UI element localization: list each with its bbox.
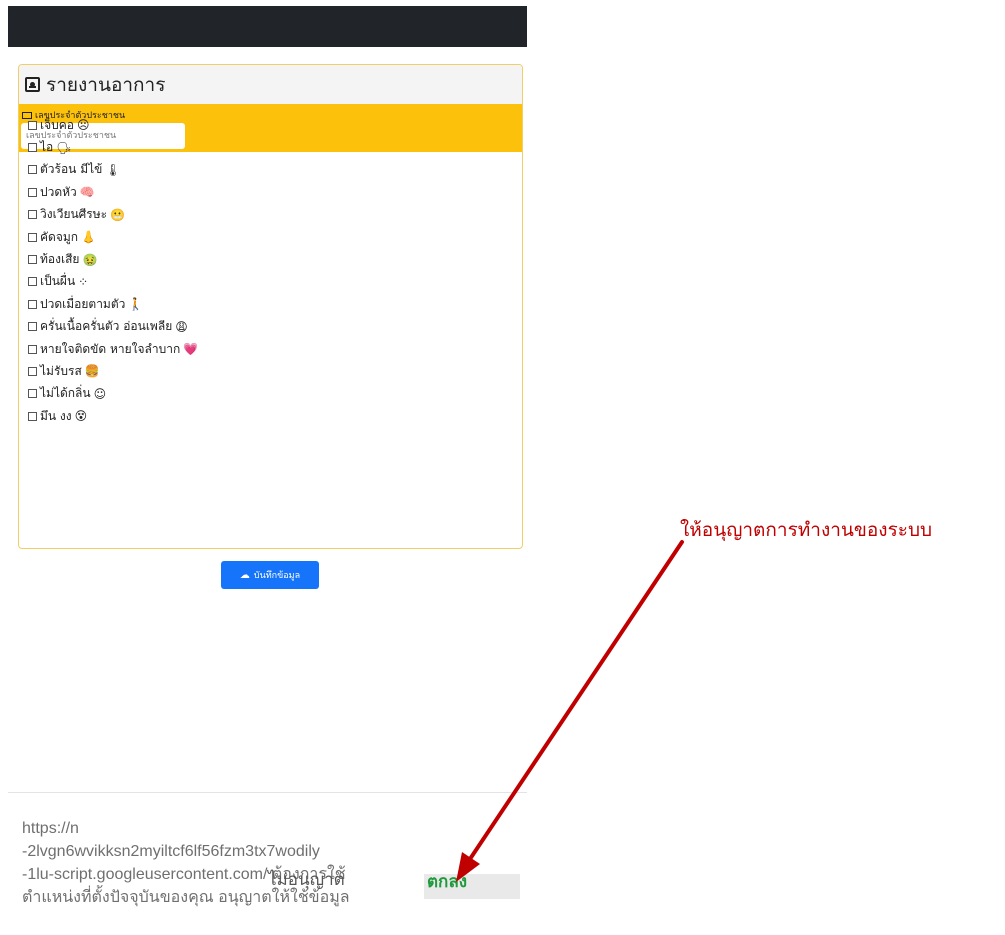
symptom-label: วิงเวียนศีรษะ bbox=[40, 207, 108, 222]
symptom-icon: 🚶 bbox=[128, 297, 144, 312]
dialog-divider bbox=[8, 792, 527, 793]
permission-line: -2lvgn6wvikksn2myiltcf6lf56fzm3tx7wodily bbox=[22, 843, 320, 860]
annotation-text: ให้อนุญาตการทำงานของระบบ bbox=[680, 519, 933, 541]
symptom-label: มึน งง bbox=[40, 408, 72, 423]
top-navbar bbox=[8, 6, 527, 47]
deny-button[interactable]: ไม่อนุญาต bbox=[268, 866, 345, 893]
symptom-item[interactable]: ครั่นเนื้อครั่นตัว อ่อนเพลีย 😩 bbox=[28, 316, 198, 338]
symptom-checkbox[interactable] bbox=[28, 277, 37, 287]
symptom-list: เจ็บคอ ☹ ไอ 🗣 ตัวร้อน มีไข้ 🌡 ปวดหัว 🧠 วิงเวียนศ… bbox=[28, 114, 198, 427]
symptom-item[interactable]: ไม่รับรส 🍔 bbox=[28, 360, 198, 382]
symptom-icon: ☹ bbox=[76, 118, 90, 133]
symptom-label: ปวดเมื่อยตามตัว bbox=[40, 296, 126, 311]
symptom-item[interactable]: มึน งง 😵 bbox=[28, 405, 198, 427]
symptom-item[interactable]: คัดจมูก 👃 bbox=[28, 226, 198, 248]
symptom-icon: ☺ bbox=[93, 386, 107, 401]
symptom-checkbox[interactable] bbox=[28, 255, 37, 265]
symptom-icon: 🌡 bbox=[105, 162, 121, 177]
symptom-checkbox[interactable] bbox=[28, 187, 37, 197]
symptom-icon: 😵 bbox=[74, 409, 88, 424]
symptom-item[interactable]: หายใจติดขัด หายใจลำบาก 💗 bbox=[28, 338, 198, 360]
symptom-item[interactable]: ไอ 🗣 bbox=[28, 136, 198, 158]
symptom-label: ไม่ได้กลิ่น bbox=[40, 386, 91, 401]
symptom-label: เป็นผื่น bbox=[40, 274, 76, 289]
symptom-label: หายใจติดขัด หายใจลำบาก bbox=[40, 341, 181, 356]
symptom-item[interactable]: วิงเวียนศีรษะ 😬 bbox=[28, 204, 198, 226]
symptom-item[interactable]: ปวดเมื่อยตามตัว 🚶 bbox=[28, 293, 198, 315]
symptom-icon: 🍔 bbox=[84, 364, 100, 379]
symptom-icon: 🗣 bbox=[56, 140, 72, 155]
save-button-label: บันทึกข้อมูล bbox=[253, 571, 301, 581]
symptom-label: คัดจมูก bbox=[40, 229, 79, 244]
symptom-item[interactable]: ท้องเสีย 🤢 bbox=[28, 248, 198, 270]
symptom-label: ตัวร้อน มีไข้ bbox=[40, 162, 103, 177]
card-header: รายงานอาการ bbox=[19, 65, 522, 104]
save-button[interactable]: ☁ บันทึกข้อมูล bbox=[221, 561, 319, 589]
symptom-label: เจ็บคอ bbox=[40, 117, 74, 132]
symptom-icon: 🧠 bbox=[79, 185, 95, 200]
symptom-item[interactable]: ตัวร้อน มีไข้ 🌡 bbox=[28, 159, 198, 181]
symptom-checkbox[interactable] bbox=[28, 120, 37, 130]
symptom-icon: ⁘ bbox=[78, 274, 89, 289]
permission-line: https://n bbox=[22, 820, 79, 837]
symptom-checkbox[interactable] bbox=[28, 366, 37, 376]
symptom-checkbox[interactable] bbox=[28, 299, 37, 309]
symptom-icon: 🤢 bbox=[82, 252, 98, 267]
symptom-label: ไม่รับรส bbox=[40, 363, 82, 378]
symptom-label: ท้องเสีย bbox=[40, 252, 80, 267]
symptom-icon: 😩 bbox=[175, 319, 188, 334]
cloud-upload-icon: ☁ bbox=[239, 569, 250, 581]
symptom-checkbox[interactable] bbox=[28, 165, 37, 175]
symptom-checkbox[interactable] bbox=[28, 411, 37, 421]
symptom-icon: 😬 bbox=[110, 207, 126, 222]
symptom-item[interactable]: เจ็บคอ ☹ bbox=[28, 114, 198, 136]
symptom-checkbox[interactable] bbox=[28, 143, 37, 153]
symptom-checkbox[interactable] bbox=[28, 210, 37, 220]
symptom-label: ครั่นเนื้อครั่นตัว อ่อนเพลีย bbox=[40, 319, 173, 334]
symptom-label: ไอ bbox=[40, 140, 54, 155]
allow-button-label: ตกลง bbox=[427, 872, 468, 891]
symptom-icon: 💗 bbox=[183, 342, 199, 357]
id-card-icon bbox=[25, 77, 40, 92]
symptom-item[interactable]: ปวดหัว 🧠 bbox=[28, 181, 198, 203]
allow-button[interactable]: ตกลง bbox=[424, 872, 520, 899]
symptom-checkbox[interactable] bbox=[28, 232, 37, 242]
symptom-icon: 👃 bbox=[81, 230, 96, 245]
symptom-item[interactable]: เป็นผื่น ⁘ bbox=[28, 271, 198, 293]
symptom-label: ปวดหัว bbox=[40, 184, 77, 199]
symptom-checkbox[interactable] bbox=[28, 322, 37, 332]
symptom-item[interactable]: ไม่ได้กลิ่น ☺ bbox=[28, 383, 198, 405]
page-title: รายงานอาการ bbox=[46, 73, 166, 96]
symptom-checkbox[interactable] bbox=[28, 344, 37, 354]
symptom-checkbox[interactable] bbox=[28, 389, 37, 399]
